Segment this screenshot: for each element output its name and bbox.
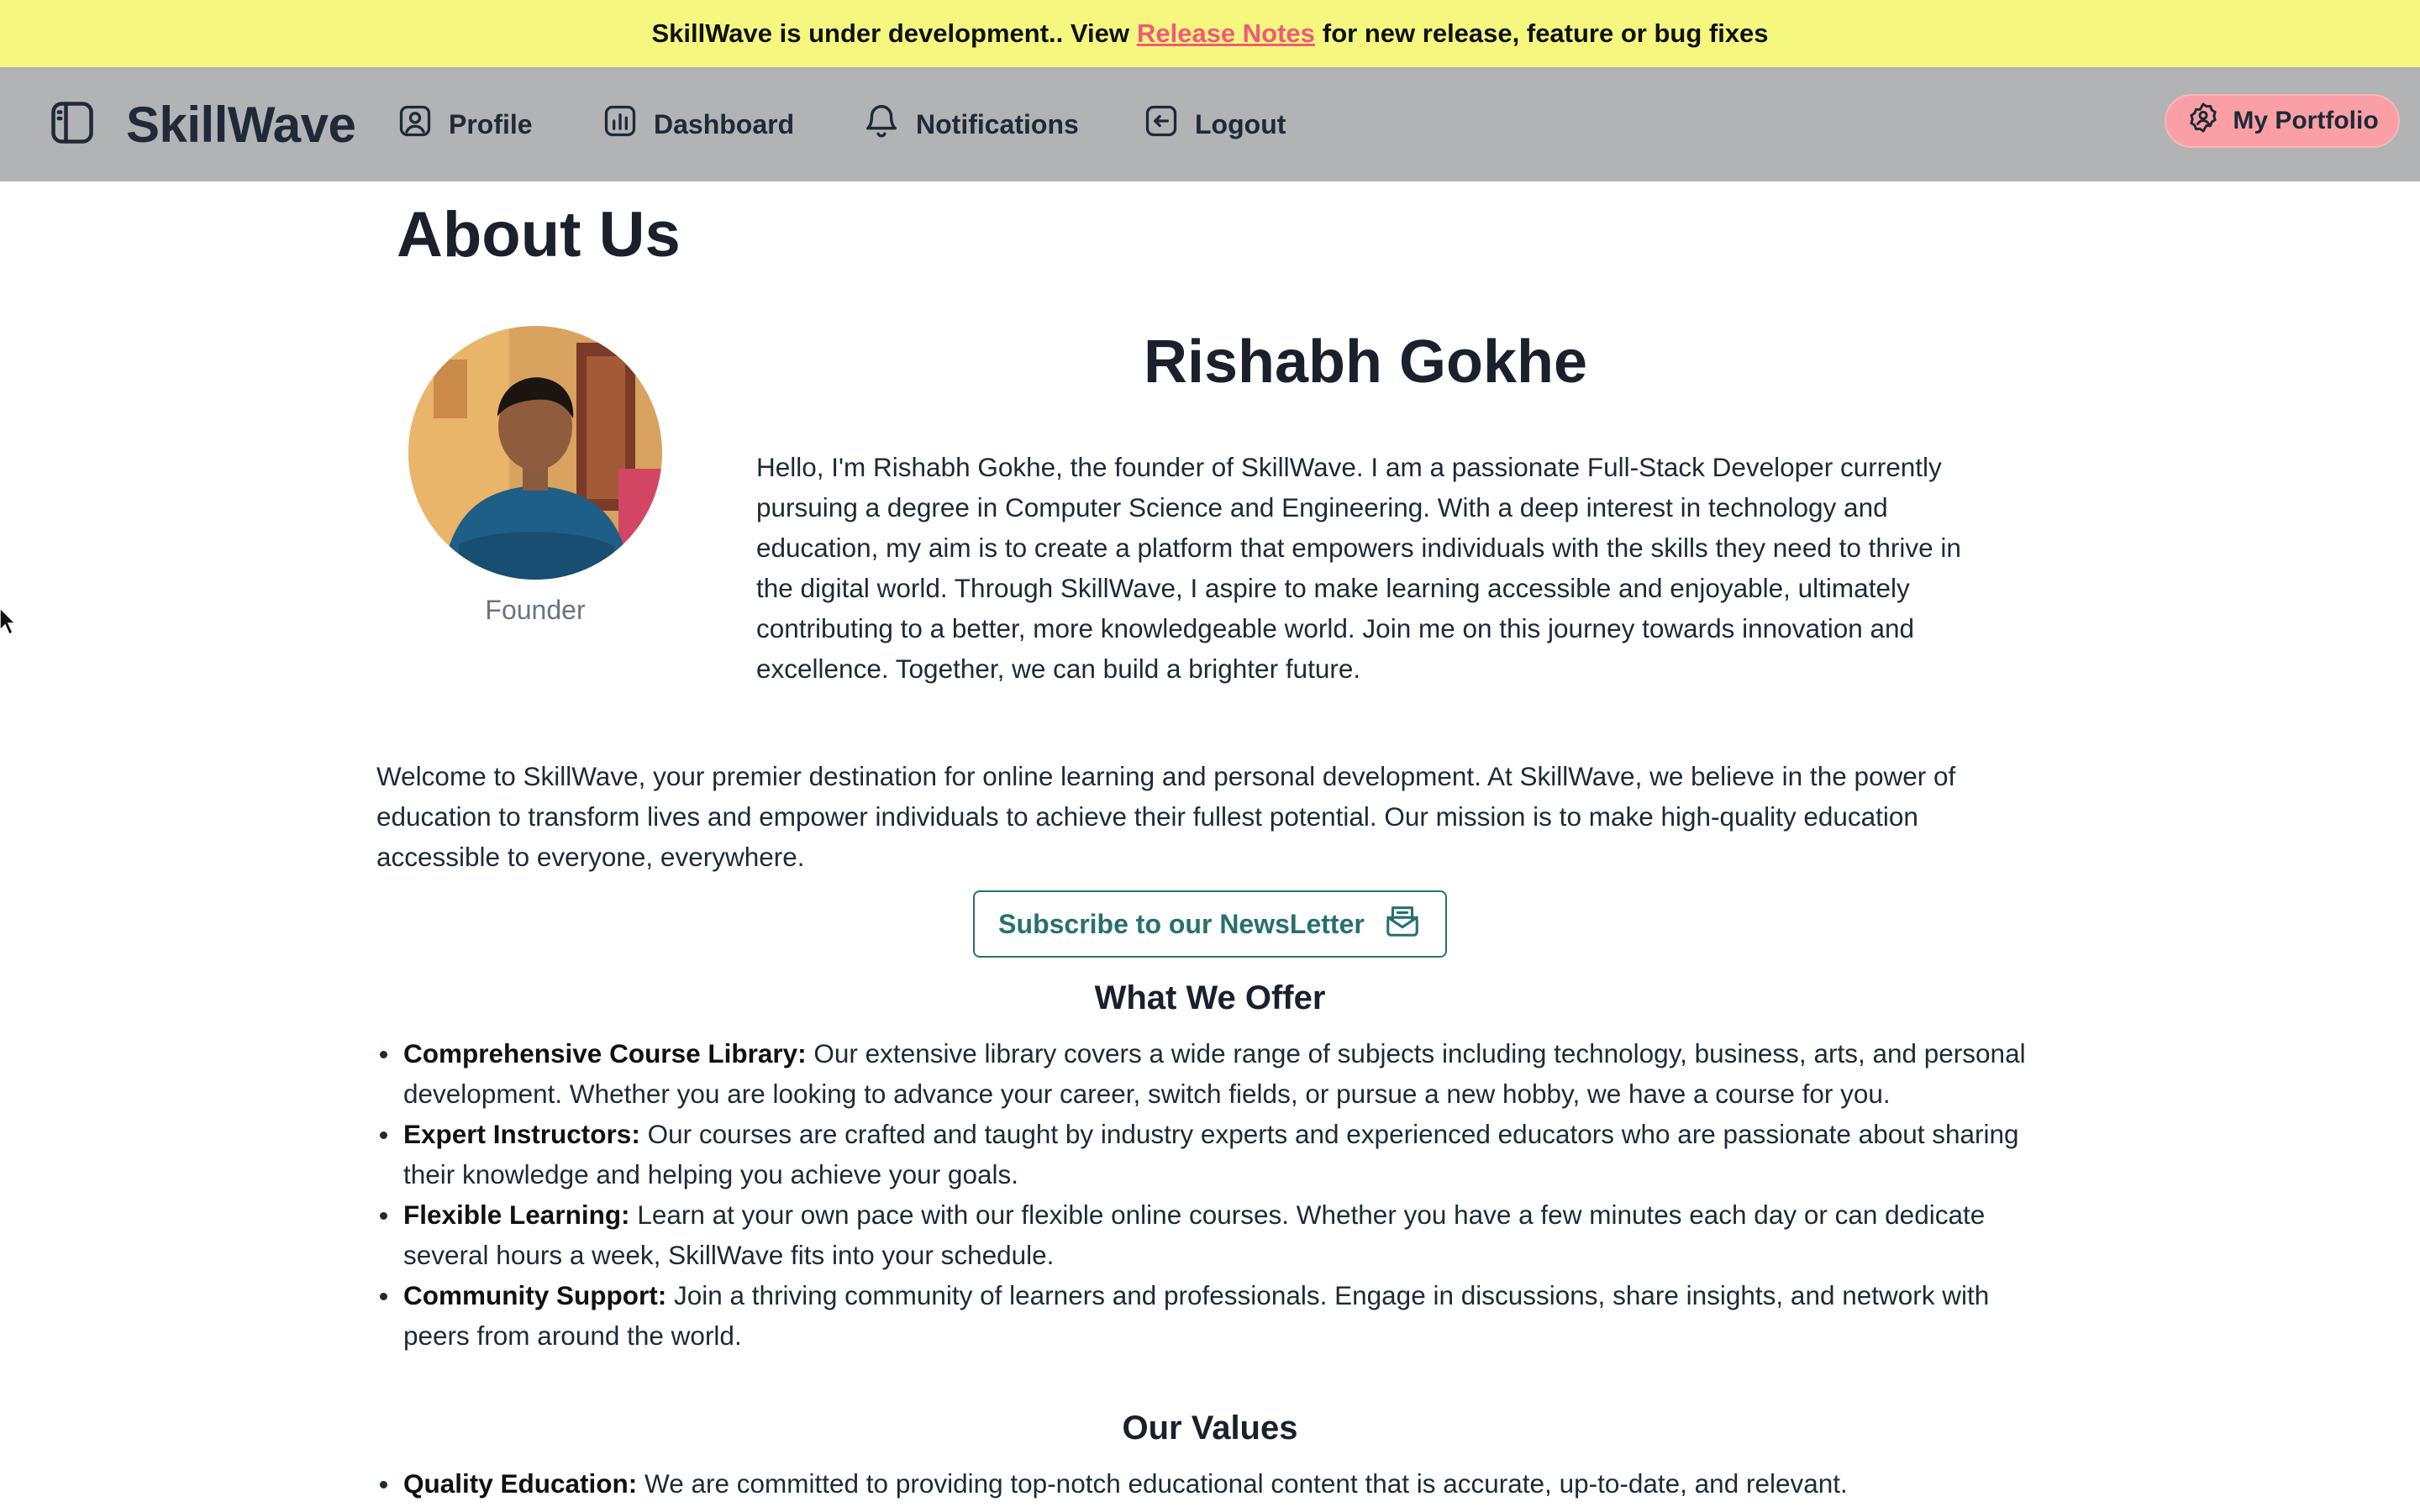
what-we-offer-heading: What We Offer [1094,979,1326,1016]
values-list: Quality Education: We are committed to p… [376,1463,2049,1504]
banner-text-before: SkillWave is under development.. View [651,18,1129,48]
mail-icon [1383,901,1422,947]
founder-name: Rishabh Gokhe [1143,328,1588,396]
profile-icon [397,102,434,146]
intro-paragraph: Welcome to SkillWave, your premier desti… [376,761,1956,872]
nav-profile-label: Profile [449,108,533,139]
my-portfolio-button[interactable]: My Portfolio [2165,94,2400,148]
dashboard-icon [602,102,639,146]
subscribe-newsletter-button[interactable]: Subscribe to our NewsLetter [973,890,1447,958]
list-item: Flexible Learning: Learn at your own pac… [376,1194,2049,1275]
banner-text-after: for new release, feature or bug fixes [1322,18,1769,48]
nav-dashboard-label: Dashboard [654,108,795,139]
list-item-title: Flexible Learning: [403,1200,630,1230]
list-item-title: Quality Education: [403,1468,638,1499]
list-item-title: Comprehensive Course Library: [403,1038,807,1068]
subscribe-label: Subscribe to our NewsLetter [998,908,1365,939]
our-values-heading: Our Values [1122,1410,1298,1446]
list-item: Quality Education: We are committed to p… [376,1463,2049,1504]
nav-logout[interactable]: Logout [1143,67,1286,181]
navbar: SkillWave Profile Dashboard Notification… [0,67,2420,181]
list-item-title: Expert Instructors: [403,1119,640,1149]
mouse-cursor-icon [0,606,17,641]
list-item-title: Community Support: [403,1280,667,1310]
list-item: Expert Instructors: Our courses are craf… [376,1114,2049,1194]
logout-icon [1143,102,1180,146]
gear-user-icon [2186,100,2221,142]
nav-dashboard[interactable]: Dashboard [602,67,794,181]
list-item-text: Our courses are crafted and taught by in… [403,1119,2019,1189]
founder-bio: Hello, I'm Rishabh Gokhe, the founder of… [756,452,1961,684]
founder-avatar [408,326,662,580]
page-title: About Us [397,199,681,270]
list-item-text: Learn at your own pace with our flexible… [403,1200,1986,1270]
founder-role: Founder [485,595,586,625]
announcement-banner: SkillWave is under development.. View Re… [0,0,2420,67]
my-portfolio-label: My Portfolio [2233,107,2379,134]
nav-notifications-label: Notifications [916,108,1079,139]
offer-list: Comprehensive Course Library: Our extens… [376,1033,2049,1356]
list-item-text: We are committed to providing top-notch … [644,1468,1848,1499]
bell-icon [862,102,901,147]
brand-name[interactable]: SkillWave [126,96,356,154]
nav-profile[interactable]: Profile [397,67,533,181]
list-item: Comprehensive Course Library: Our extens… [376,1033,2049,1114]
nav-logout-label: Logout [1195,108,1286,139]
brand[interactable]: SkillWave [47,67,356,181]
release-notes-link[interactable]: Release Notes [1137,18,1315,49]
nav-notifications[interactable]: Notifications [862,67,1079,181]
list-item: Community Support: Join a thriving commu… [376,1275,2049,1356]
sidebar-toggle-icon[interactable] [47,97,97,152]
